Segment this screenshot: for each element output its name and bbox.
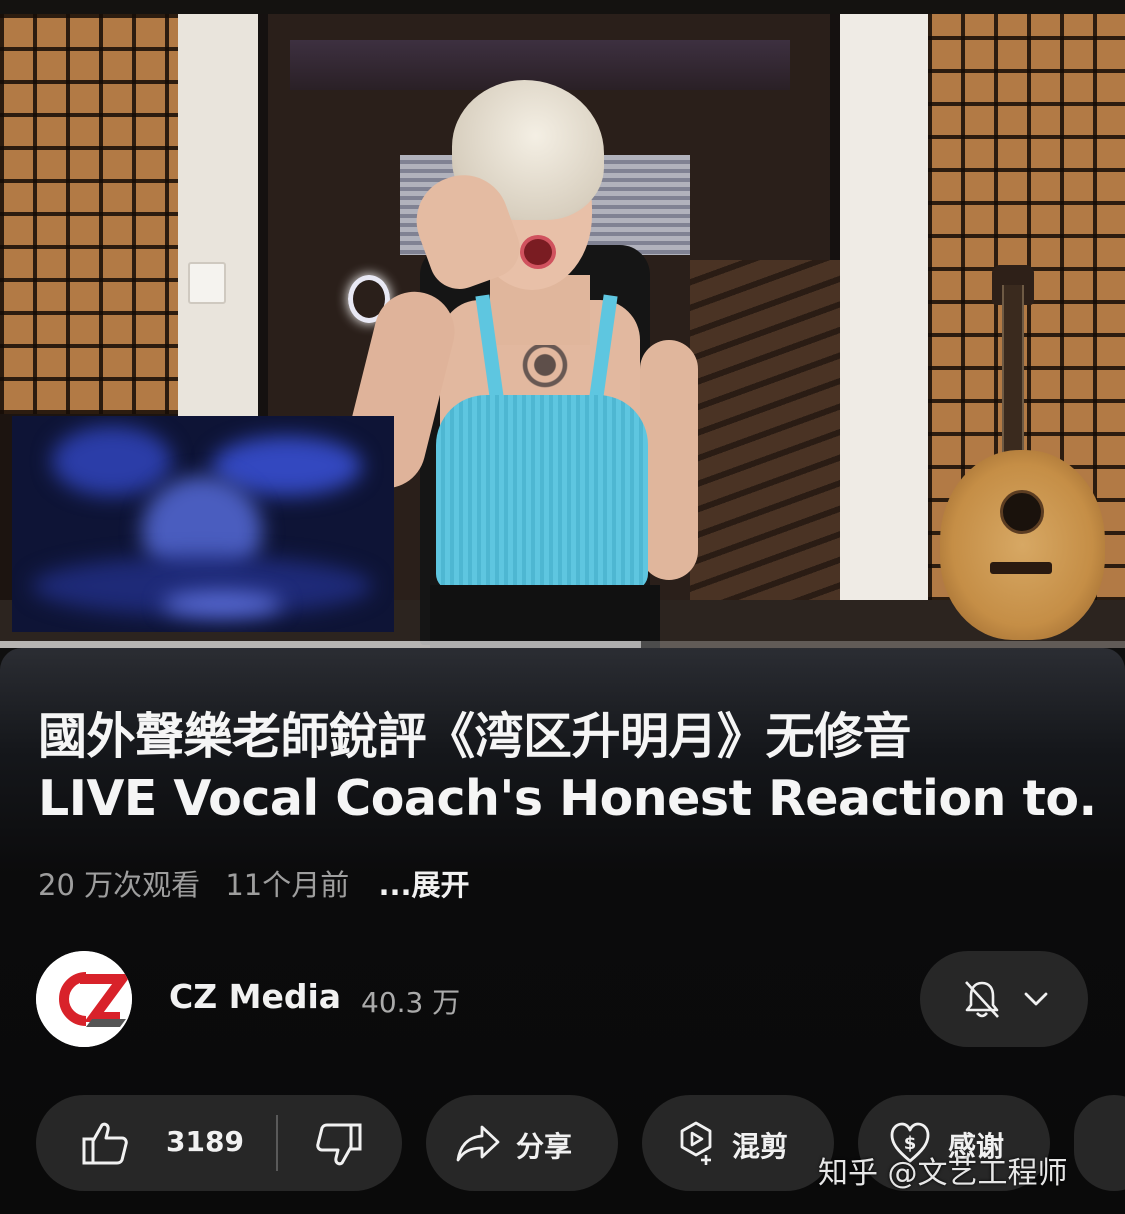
video-player[interactable]	[0, 0, 1125, 648]
person-mouth	[520, 235, 556, 269]
subscribed-notification-button[interactable]	[920, 951, 1088, 1047]
like-divider	[276, 1115, 278, 1171]
share-label: 分享	[516, 1130, 573, 1163]
share-icon	[456, 1125, 500, 1162]
wall-right	[840, 14, 932, 634]
like-button[interactable]	[80, 1119, 130, 1167]
remix-label: 混剪	[732, 1130, 789, 1163]
video-top-edge	[0, 0, 1125, 14]
chevron-down-icon	[1024, 992, 1048, 1006]
cz-logo-icon	[36, 951, 132, 1047]
like-icon	[82, 1122, 128, 1165]
video-progress-bar[interactable]	[0, 641, 1125, 648]
expand-description-link[interactable]: ...展开	[378, 868, 469, 902]
acoustic-panel-left	[0, 14, 178, 414]
share-button[interactable]: 分享	[426, 1095, 618, 1191]
channel-name[interactable]: CZ Media	[169, 977, 341, 1016]
guitar-body	[940, 450, 1105, 640]
more-actions-button[interactable]	[1074, 1095, 1125, 1191]
person-top	[436, 395, 648, 590]
staircase	[690, 260, 840, 630]
remix-button[interactable]: 混剪	[642, 1095, 834, 1191]
dislike-button[interactable]	[314, 1121, 364, 1169]
view-count: 20 万次观看	[38, 868, 201, 902]
channel-row: CZ Media 40.3 万	[36, 951, 1088, 1047]
like-count: 3189	[166, 1125, 244, 1158]
light-switch	[188, 262, 226, 304]
wall-left	[178, 14, 258, 418]
video-progress-fill	[0, 641, 642, 648]
guitar-soundhole	[1000, 490, 1044, 534]
blurred-inset-video	[12, 416, 394, 632]
subscriber-count: 40.3 万	[361, 986, 461, 1019]
person-pants	[430, 585, 660, 648]
zhihu-watermark: 知乎 @文艺工程师	[818, 1156, 1068, 1191]
video-title[interactable]: 國外聲樂老師銳評《湾区升明月》无修音 LIVE Vocal Coach's Ho…	[38, 706, 1098, 830]
guitar-bridge	[990, 562, 1052, 574]
person-arm-right	[640, 340, 698, 580]
video-title-line2: LIVE Vocal Coach's Honest Reaction to...	[38, 770, 1098, 827]
upload-time: 11个月前	[225, 868, 350, 902]
channel-avatar[interactable]	[36, 951, 132, 1047]
video-meta[interactable]: 20 万次观看 11个月前 ...展开	[38, 862, 486, 904]
bell-off-icon	[965, 981, 999, 1018]
dislike-icon	[316, 1123, 362, 1166]
video-title-line1: 國外聲樂老師銳評《湾区升明月》无修音	[38, 708, 912, 765]
remix-icon	[680, 1121, 712, 1165]
like-dislike-pill: 3189	[36, 1095, 402, 1191]
